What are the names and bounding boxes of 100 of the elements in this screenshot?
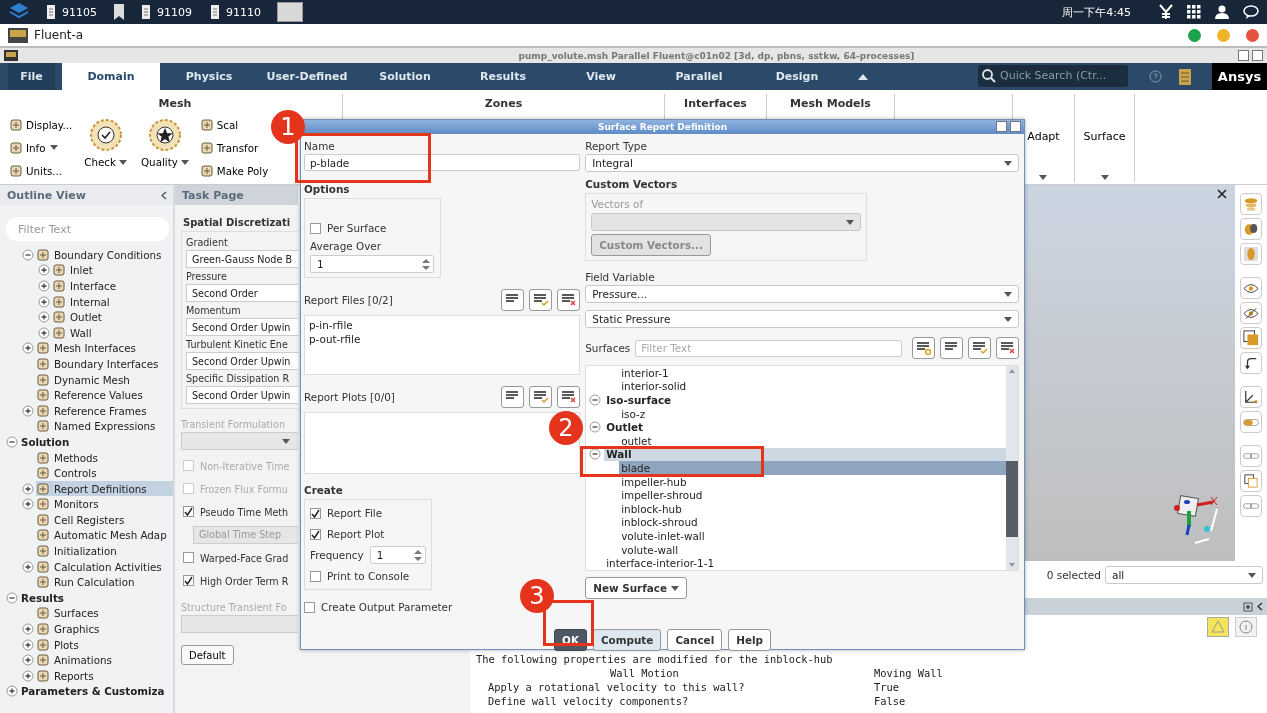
- list-button[interactable]: [501, 289, 525, 311]
- ribbon-tab[interactable]: User-Defined: [258, 63, 356, 90]
- dialog-button[interactable]: Compute: [592, 629, 662, 651]
- tree-item[interactable]: Reference Values: [36, 387, 173, 403]
- tree-item[interactable]: Outlet: [52, 309, 173, 325]
- ribbon-button[interactable]: Surface: [1083, 94, 1126, 182]
- list-item[interactable]: outlet: [619, 433, 1006, 448]
- minimize-button[interactable]: [1188, 28, 1201, 42]
- tree-item[interactable]: Surfaces: [36, 605, 173, 621]
- expand-toggle[interactable]: [589, 421, 602, 434]
- new-surface-button[interactable]: New Surface: [585, 577, 687, 599]
- checkbox[interactable]: [183, 575, 194, 586]
- filter-button[interactable]: [940, 337, 963, 359]
- group-label[interactable]: Outlet: [604, 420, 1006, 434]
- tree-item[interactable]: Plots: [36, 637, 173, 653]
- filter-button[interactable]: [912, 337, 935, 359]
- close-button[interactable]: [1010, 121, 1021, 132]
- chat-icon[interactable]: [1243, 5, 1259, 19]
- tree-item[interactable]: Automatic Mesh Adap: [36, 528, 173, 543]
- list-item[interactable]: interior-solid: [619, 379, 1006, 394]
- tree-item[interactable]: Boundary Conditions: [36, 247, 173, 263]
- tree-item[interactable]: Mesh Interfaces: [36, 340, 173, 356]
- tree-item[interactable]: Methods: [36, 450, 173, 465]
- deselect-all-button[interactable]: [996, 337, 1019, 359]
- tree-item[interactable]: Calculation Activities: [36, 559, 173, 575]
- expand-toggle[interactable]: [22, 248, 34, 261]
- close-button[interactable]: [1246, 28, 1259, 42]
- tree-item[interactable]: Dynamic Mesh: [36, 372, 173, 388]
- select-all-button[interactable]: [529, 289, 553, 311]
- expand-toggle[interactable]: [38, 311, 50, 324]
- number-field[interactable]: 1: [310, 255, 434, 273]
- input-field[interactable]: p-blade: [304, 154, 581, 171]
- restore-button[interactable]: [1238, 50, 1249, 61]
- list-item[interactable]: iso-z: [619, 406, 1006, 421]
- expand-toggle[interactable]: [22, 669, 34, 682]
- list-item[interactable]: p-out-rfile: [309, 333, 576, 347]
- tree-item[interactable]: Animations: [36, 652, 173, 668]
- expand-toggle[interactable]: [22, 638, 34, 651]
- ribbon-button[interactable]: Display...: [10, 116, 73, 133]
- chevron-left-icon[interactable]: [161, 190, 167, 200]
- tree-item[interactable]: Reference Frames: [36, 403, 173, 419]
- taskbar-item[interactable]: 91109: [139, 1, 194, 23]
- list-item[interactable]: volute-inlet-wall: [619, 529, 1006, 543]
- tree-item[interactable]: Cell Registers: [36, 512, 173, 528]
- dropdown[interactable]: all: [1105, 566, 1263, 584]
- ribbon-button[interactable]: Units...: [10, 162, 73, 179]
- expand-toggle[interactable]: [38, 295, 50, 308]
- tree-item[interactable]: Run Calculation: [36, 574, 173, 590]
- scrollbar-thumb[interactable]: [1006, 461, 1018, 537]
- chevron-left-icon[interactable]: [1257, 602, 1263, 611]
- list-item[interactable]: p-in-rfile: [309, 319, 576, 333]
- select-all-button[interactable]: [529, 386, 553, 408]
- ribbon-tab[interactable]: Solution: [356, 63, 454, 90]
- list-item[interactable]: blade: [619, 461, 1006, 475]
- expand-toggle[interactable]: [22, 482, 34, 495]
- toolbar-button[interactable]: [1240, 386, 1262, 408]
- tree-item[interactable]: Inlet: [52, 262, 173, 278]
- search-field[interactable]: Quick Search (Ctr...: [978, 64, 1128, 87]
- input-field[interactable]: [181, 615, 298, 633]
- dropdown[interactable]: Pressure...: [585, 285, 1019, 303]
- group-label[interactable]: Iso-surface: [604, 393, 1006, 407]
- expand-toggle[interactable]: [22, 342, 34, 355]
- expand-toggle[interactable]: [22, 498, 34, 511]
- tree-item[interactable]: Solution: [20, 434, 173, 450]
- close-button[interactable]: [1252, 50, 1263, 61]
- list-button[interactable]: [501, 386, 525, 408]
- select-all-button[interactable]: [968, 337, 991, 359]
- ribbon-button[interactable]: Check: [82, 116, 129, 179]
- dropdown[interactable]: Integral: [585, 154, 1019, 172]
- list-item[interactable]: impeller-hub: [619, 474, 1006, 489]
- checkbox[interactable]: [310, 528, 321, 540]
- tree-item[interactable]: Controls: [36, 465, 173, 481]
- expand-toggle[interactable]: [22, 560, 34, 573]
- caret-up-icon[interactable]: [858, 73, 868, 80]
- ribbon-button[interactable]: Make Poly: [200, 162, 269, 179]
- dropdown[interactable]: Second Order Upwin: [186, 386, 298, 404]
- checkbox[interactable]: [183, 552, 194, 563]
- list-item[interactable]: volute-wall: [619, 542, 1006, 557]
- tree-item[interactable]: Internal: [52, 294, 173, 310]
- ribbon-button[interactable]: Quality: [139, 116, 191, 179]
- expand-toggle[interactable]: [38, 326, 50, 339]
- list-item[interactable]: inblock-hub: [619, 501, 1006, 516]
- checkbox[interactable]: [183, 506, 194, 517]
- tree-item[interactable]: Reports: [36, 668, 173, 684]
- dropdown[interactable]: Second Order Upwin: [186, 318, 298, 336]
- taskbar-item[interactable]: 91110: [208, 1, 263, 23]
- restore-button[interactable]: [996, 121, 1007, 132]
- ribbon-tab[interactable]: View: [552, 63, 650, 90]
- deselect-all-button[interactable]: [557, 289, 581, 311]
- number-field[interactable]: 1: [369, 546, 426, 564]
- list-item[interactable]: impeller-shroud: [619, 488, 1006, 502]
- tree-item[interactable]: Monitors: [36, 496, 173, 512]
- toolbar-button[interactable]: [1240, 218, 1262, 240]
- tree-item[interactable]: Graphics: [36, 621, 173, 637]
- list-item[interactable]: inblock-shroud: [619, 515, 1006, 530]
- tree-item[interactable]: Report Definitions: [36, 481, 173, 497]
- dropdown[interactable]: Second Order Upwin: [186, 352, 298, 370]
- expand-toggle[interactable]: [22, 623, 34, 636]
- dropdown[interactable]: Static Pressure: [585, 310, 1019, 328]
- default-button[interactable]: Default: [181, 645, 234, 665]
